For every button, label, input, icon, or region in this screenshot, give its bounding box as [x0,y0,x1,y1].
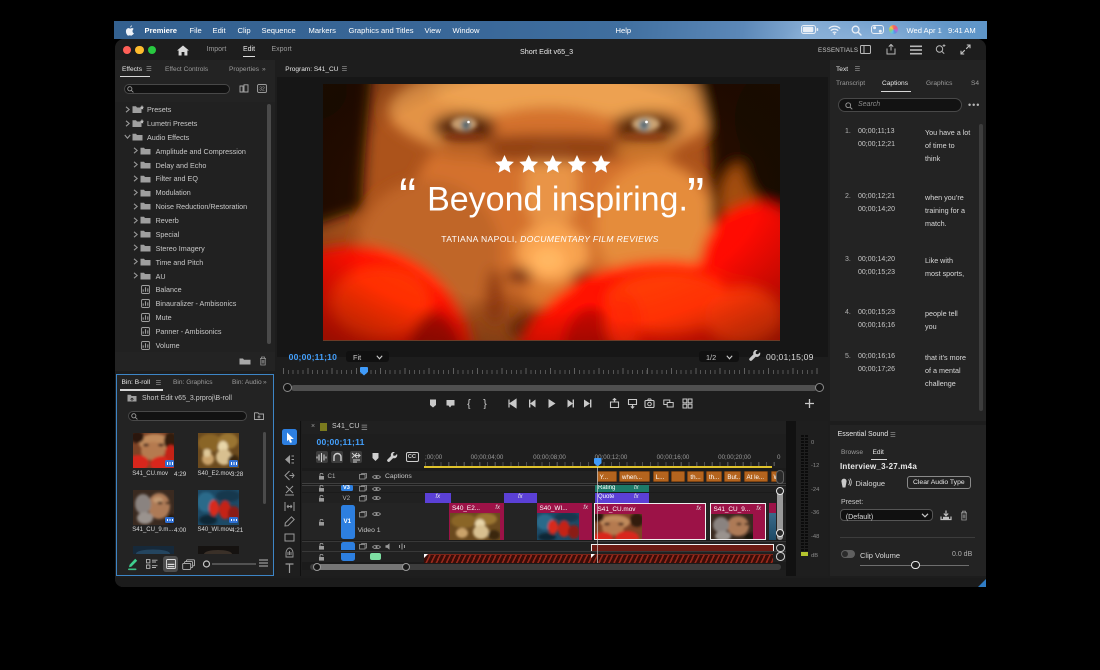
svg-text:32: 32 [259,87,265,93]
svg-text:TATIANA NAPOLI, DOCUMENTARY FI: TATIANA NAPOLI, DOCUMENTARY FILM REVIEWS [441,234,658,244]
svg-text:}: } [483,398,487,409]
svg-text:“: “ [399,168,416,226]
svg-text:Beyond inspiring.: Beyond inspiring. [427,181,688,219]
svg-text:”: ” [687,168,704,226]
svg-text:{: { [467,398,471,409]
